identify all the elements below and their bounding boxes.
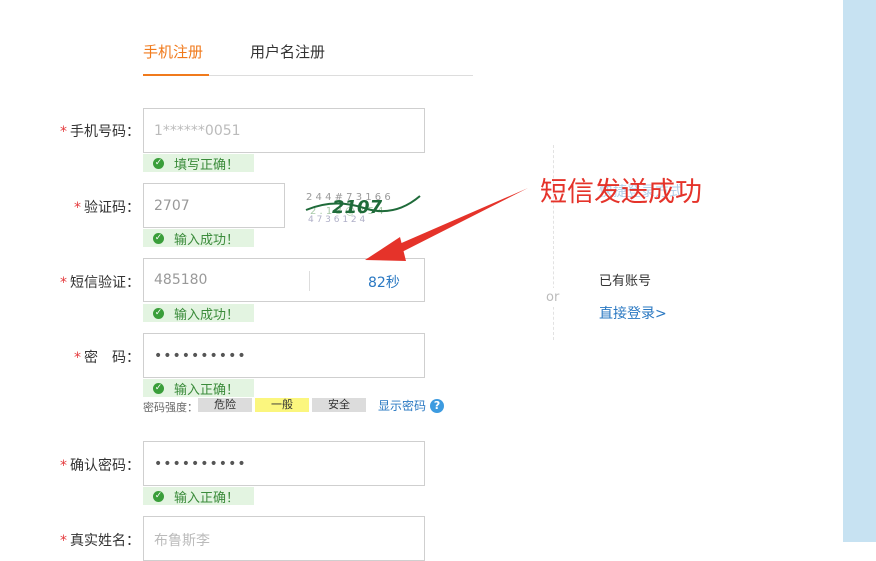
phone-label: * 手机号码： [60, 124, 140, 140]
annotation-text: 短信发送成功 [540, 177, 702, 208]
password-label: * 密 码： [74, 350, 140, 366]
have-account-text: 已有账号 [599, 274, 652, 289]
tab-username-register[interactable]: 用户名注册 [250, 41, 325, 62]
captcha-status: ✓ 输入成功！ [143, 229, 254, 248]
strength-medium: 一般 [255, 398, 309, 412]
help-icon[interactable]: ? [430, 398, 445, 413]
sms-label: * 短信验证： [60, 275, 140, 291]
tab-phone-register[interactable]: 手机注册 [143, 41, 203, 62]
login-link[interactable]: 直接登录> [599, 303, 667, 323]
confirm-status: ✓ 输入正确！ [143, 487, 254, 506]
sms-separator [309, 271, 310, 291]
sms-status: ✓ 输入成功！ [143, 304, 254, 323]
password-input[interactable]: •••••••••• [143, 333, 425, 378]
sms-countdown: 82秒 [368, 275, 400, 291]
check-icon: ✓ [153, 232, 164, 244]
check-icon: ✓ [153, 382, 164, 394]
captcha-input[interactable]: 2707 [143, 183, 285, 228]
realname-input[interactable]: 布鲁斯李 [143, 516, 425, 561]
active-tab-indicator [143, 74, 209, 76]
or-separator: or [546, 288, 560, 307]
page-background-strip [843, 0, 876, 542]
confirm-label: * 确认密码： [60, 458, 140, 474]
strength-label: 密码强度： [143, 401, 198, 414]
check-icon: ✓ [153, 307, 164, 319]
check-icon: ✓ [153, 157, 164, 169]
confirm-password-input[interactable]: •••••••••• [143, 441, 425, 486]
captcha-label: * 验证码： [74, 200, 140, 216]
strength-safe: 安全 [312, 398, 366, 412]
strength-danger: 危险 [198, 398, 252, 412]
password-status: ✓ 输入正确！ [143, 379, 254, 398]
phone-input[interactable]: 1******0051 [143, 108, 425, 153]
realname-label: * 真实姓名： [60, 533, 140, 549]
annotation-arrow-icon [365, 188, 528, 261]
show-password-link[interactable]: 显示密码? [378, 397, 445, 414]
check-icon: ✓ [153, 490, 164, 502]
phone-status: ✓ 填写正确！ [143, 154, 254, 173]
